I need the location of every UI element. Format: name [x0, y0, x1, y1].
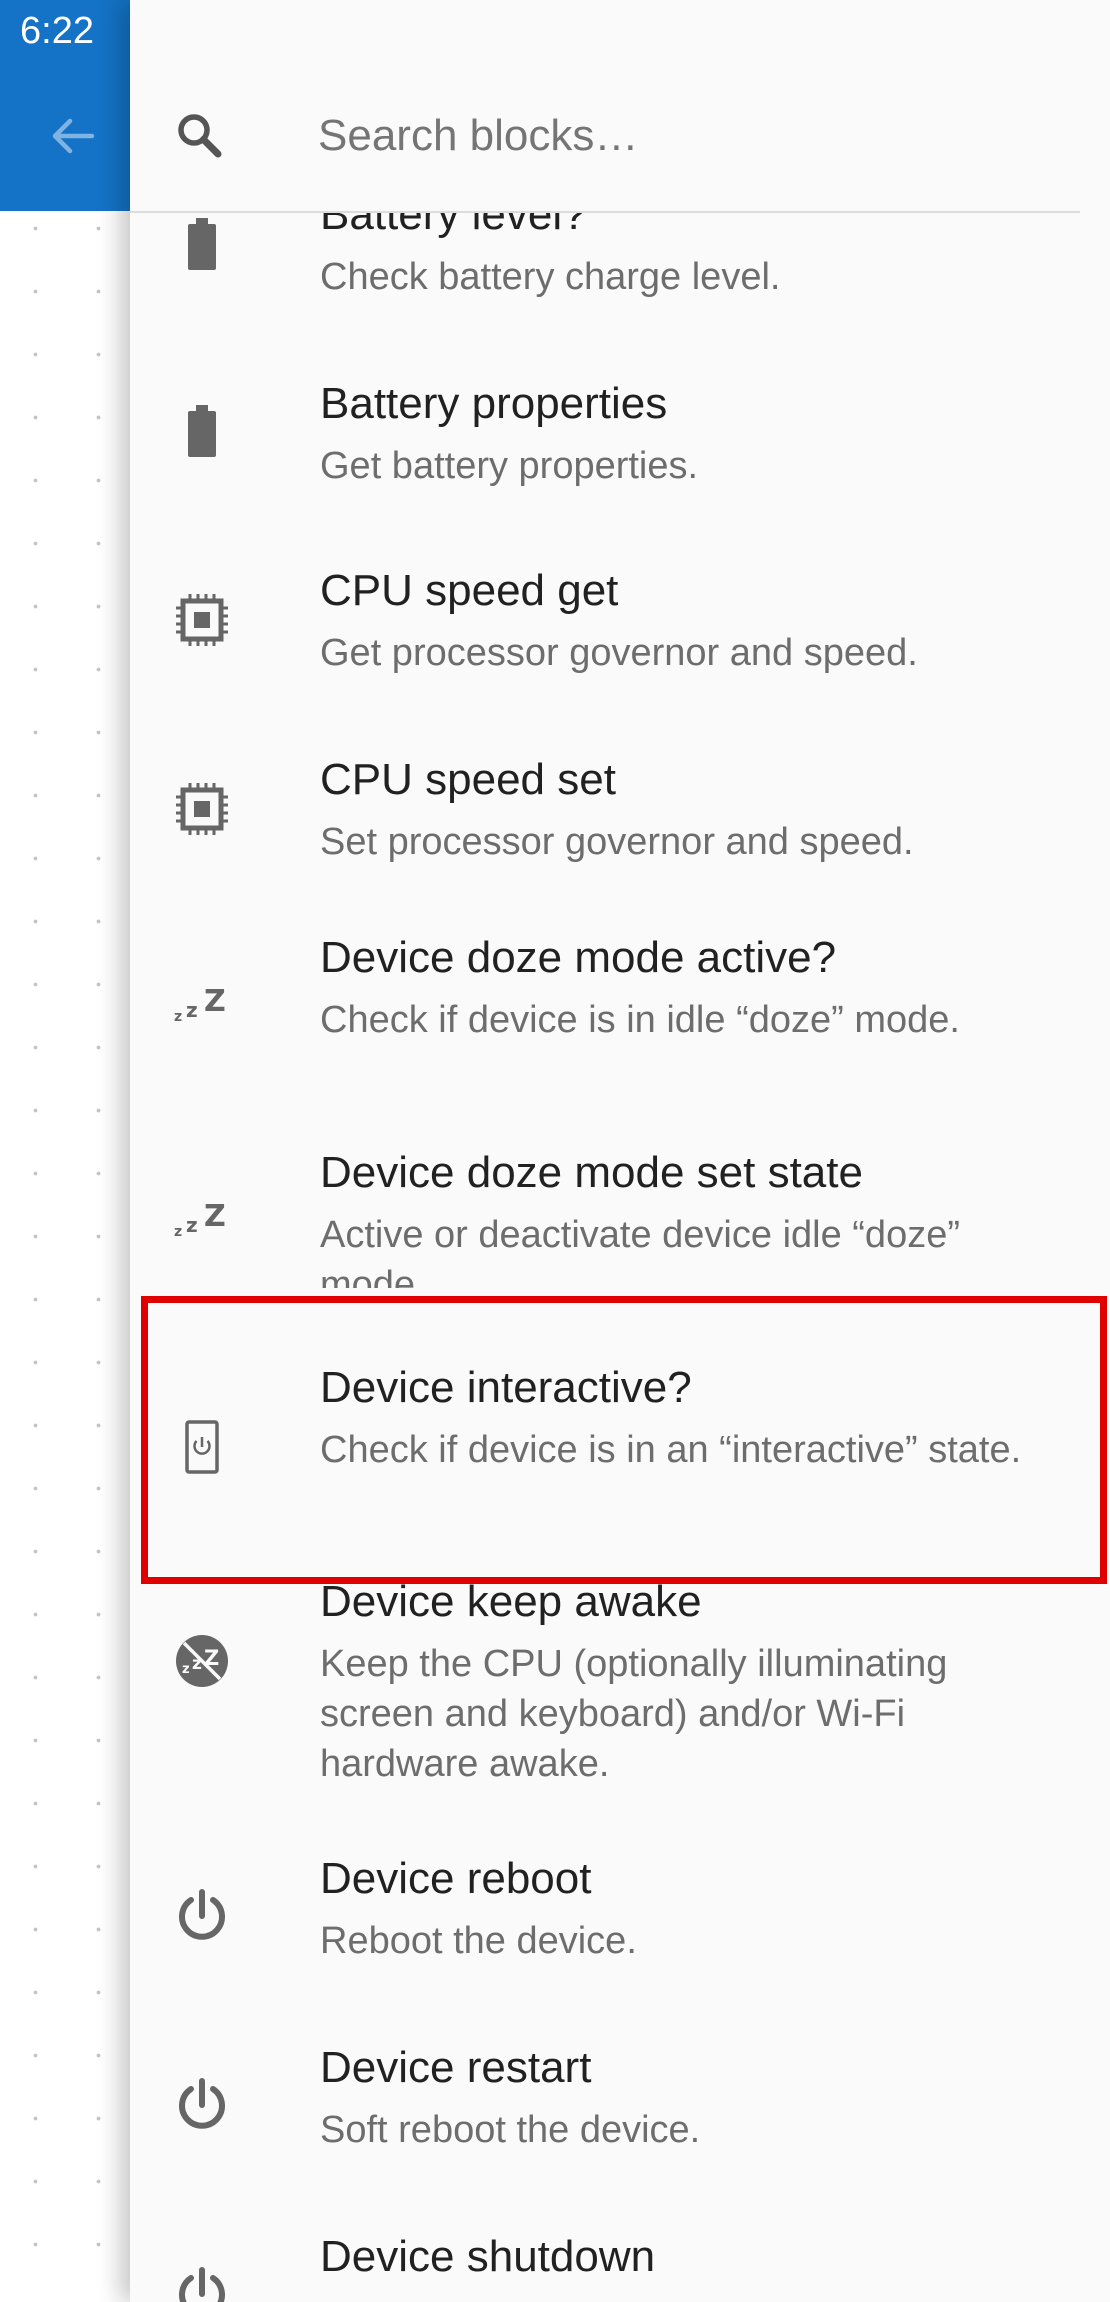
sleep-icon: z z Z	[170, 970, 234, 1034]
block-description: Active or deactivate device idle “doze” …	[320, 1214, 960, 1288]
chip-icon	[170, 588, 234, 652]
block-description: Soft reboot the device.	[320, 2109, 701, 2151]
chip-icon	[170, 777, 234, 841]
search-bar	[130, 0, 1080, 213]
sleep-icon: z z Z	[170, 1185, 234, 1249]
block-description: Check if device is in idle “doze” mode.	[320, 999, 960, 1041]
svg-text:z: z	[186, 998, 198, 1022]
block-title: Device doze mode set state	[320, 1148, 863, 1197]
power-icon	[170, 2073, 234, 2137]
block-description: Keep the CPU (optionally illuminating sc…	[320, 1643, 948, 1785]
status-time: 6:22	[20, 10, 94, 52]
block-title: Device doze mode active?	[320, 933, 837, 982]
svg-text:Z: Z	[204, 1199, 226, 1234]
search-icon	[178, 114, 222, 158]
power-icon	[170, 2262, 234, 2302]
battery-icon	[170, 399, 234, 463]
svg-text:Z: Z	[204, 984, 226, 1019]
svg-text:z: z	[174, 1224, 182, 1240]
block-title: CPU speed get	[320, 566, 619, 615]
svg-text:z: z	[174, 1009, 182, 1025]
block-description: Set processor governor and speed.	[320, 821, 914, 863]
block-title: Battery properties	[320, 379, 668, 428]
block-picker-panel: Battery level? Check battery charge leve…	[130, 0, 1110, 2302]
search-input[interactable]	[318, 104, 1018, 168]
block-title: Device shutdown	[320, 2232, 656, 2281]
no-sleep-icon: z z Z	[170, 1629, 234, 1693]
block-title: Device reboot	[320, 1854, 592, 1903]
block-title: Device keep awake	[320, 1577, 702, 1626]
arrow-back-icon	[52, 118, 95, 154]
block-description: Get processor governor and speed.	[320, 632, 918, 674]
back-button[interactable]	[42, 110, 102, 162]
battery-icon	[170, 212, 234, 276]
app-bar: 6:22	[0, 0, 130, 211]
list-item-device-shutdown[interactable]: Device shutdown	[130, 2232, 1110, 2302]
block-description: Get battery properties.	[320, 445, 699, 487]
highlight-box	[141, 1296, 1107, 1584]
svg-text:z: z	[186, 1213, 198, 1237]
block-canvas-background	[0, 0, 130, 2302]
block-title: CPU speed set	[320, 755, 616, 804]
svg-text:z: z	[182, 1662, 190, 1677]
block-title: Device restart	[320, 2043, 592, 2092]
block-list: Battery level? Check battery charge leve…	[130, 0, 1110, 2302]
power-icon	[170, 1884, 234, 1948]
block-description: Check battery charge level.	[320, 256, 781, 298]
block-description: Reboot the device.	[320, 1920, 637, 1962]
